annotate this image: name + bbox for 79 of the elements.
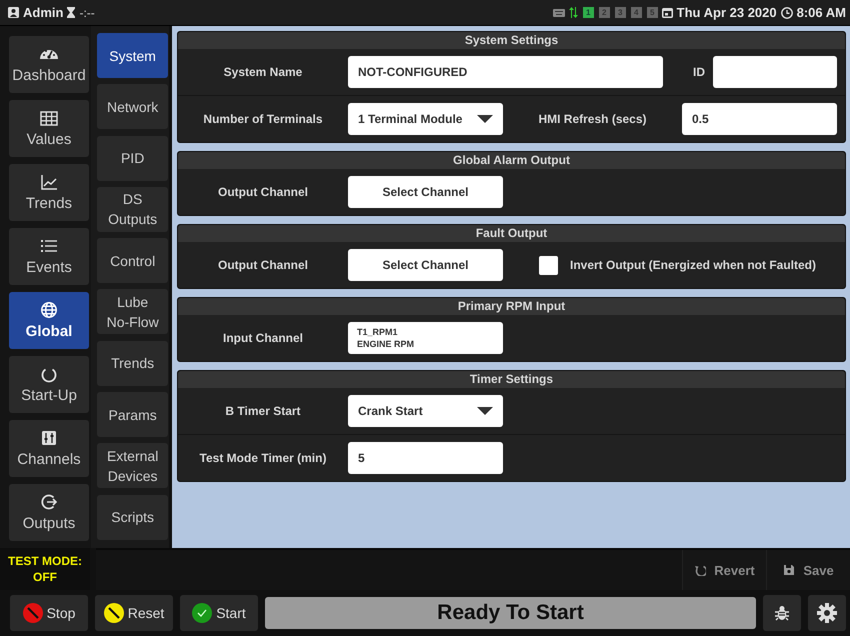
select-channel-button[interactable]: Select Channel [348, 249, 503, 281]
keyboard-icon [552, 8, 565, 16]
exit-icon [39, 494, 59, 510]
subnav-button[interactable]: PID [97, 136, 168, 181]
user-name: Admin [23, 5, 64, 20]
field-label: Number of Terminals [202, 112, 324, 126]
debug-button[interactable] [763, 595, 801, 631]
caret-icon [477, 115, 493, 123]
globe-icon [39, 302, 59, 318]
subnav-button[interactable]: External Devices [97, 443, 168, 488]
bug-icon [775, 605, 789, 621]
subnav-button[interactable]: Scripts [97, 494, 168, 540]
field-label: B Timer Start [224, 404, 302, 418]
calendar-icon [662, 7, 673, 18]
sliders-icon [39, 430, 59, 446]
settings-button[interactable] [808, 595, 846, 631]
channel-text: T1_RPM1 [357, 326, 399, 338]
test-mode-label: TEST MODE: [7, 553, 83, 569]
nav-button[interactable]: Trends [9, 164, 89, 221]
field-label: HMI Refresh (secs) [537, 112, 648, 126]
field-label: Output Channel [217, 185, 309, 199]
subnav-button[interactable]: System [97, 33, 168, 78]
input-field[interactable]: 0.5 [682, 103, 837, 135]
settings-icon [817, 603, 837, 623]
stop-icon [22, 603, 43, 623]
checkbox[interactable] [539, 256, 558, 274]
nav-button[interactable]: Start-Up [9, 356, 89, 413]
transfer-icon [568, 7, 578, 18]
field-label: System Name [222, 65, 304, 79]
field-label: ID [692, 65, 706, 79]
status-bar: Ready To Start [265, 597, 756, 629]
terminal-indicator: 1 [582, 7, 594, 18]
caret-icon [477, 407, 493, 415]
subnav-button[interactable]: Params [97, 392, 168, 438]
reset-icon [104, 603, 124, 623]
hourglass-icon [67, 7, 76, 18]
nav-button[interactable]: Dashboard [9, 36, 89, 93]
select-channel-button[interactable]: Select Channel [348, 176, 503, 208]
subnav-button[interactable]: Network [97, 84, 168, 130]
check-icon [192, 603, 212, 623]
reset-button[interactable]: Reset [95, 595, 173, 631]
start-button[interactable]: Start [180, 595, 258, 631]
subnav-button[interactable]: Control [97, 238, 168, 284]
field-label: Input Channel [222, 331, 304, 345]
chart-icon [39, 174, 59, 190]
dropdown[interactable]: 1 Terminal Module [348, 103, 503, 135]
nav-button[interactable]: Channels [9, 420, 89, 477]
panel-title: Timer Settings [178, 371, 845, 388]
subnav-button[interactable]: Lube No-Flow [97, 289, 168, 334]
panel-title: Global Alarm Output [178, 152, 845, 169]
dropdown[interactable]: Crank Start [348, 395, 503, 427]
channel-selector[interactable]: T1_RPM1 ENGINE RPM [348, 322, 503, 354]
save-icon [783, 564, 796, 576]
test-mode-value: OFF [32, 569, 58, 585]
date-text: Thu Apr 23 2020 [676, 5, 777, 20]
clock-icon [780, 6, 793, 18]
nav-button[interactable]: Outputs [9, 484, 89, 541]
list-icon [39, 238, 59, 254]
field-label: Output Channel [217, 258, 309, 272]
input-field[interactable]: 5 [348, 442, 503, 474]
input-field[interactable] [713, 56, 837, 88]
checkbox-label: Invert Output (Energized when not Faulted) [570, 258, 816, 272]
nav-button[interactable]: Events [9, 228, 89, 285]
subnav-button[interactable]: Trends [97, 340, 168, 386]
stop-button[interactable]: Stop [10, 595, 88, 631]
panel-title: Fault Output [178, 225, 845, 242]
panel-title: Primary RPM Input [178, 298, 845, 315]
undo-icon [694, 564, 706, 576]
nav-button[interactable]: Global [9, 292, 89, 349]
input-field[interactable]: NOT-CONFIGURED [348, 56, 663, 88]
grid-icon [39, 110, 59, 126]
panel-title: System Settings [178, 32, 845, 49]
time-text: 8:06 AM [796, 5, 846, 20]
channel-text: ENGINE RPM [357, 338, 416, 350]
field-label: Test Mode Timer (min) [198, 451, 328, 465]
nav-button[interactable]: Values [9, 100, 89, 157]
user-icon [8, 7, 19, 18]
timer-text: -:-- [79, 6, 95, 20]
subnav-button[interactable]: DS Outputs [97, 186, 168, 232]
